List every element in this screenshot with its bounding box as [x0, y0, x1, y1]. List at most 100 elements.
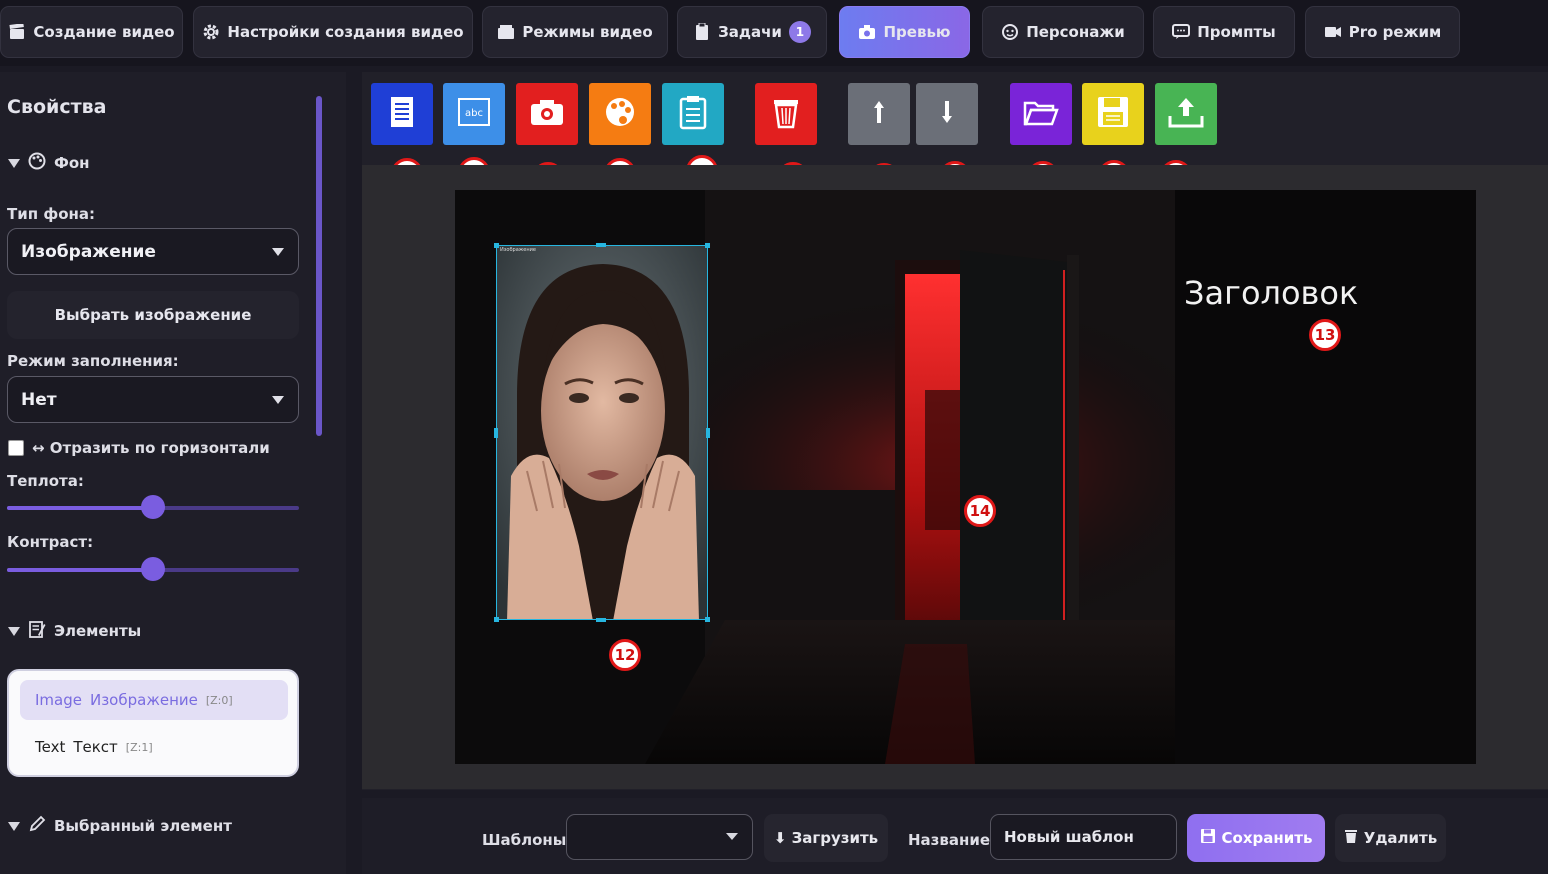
- bg-type-select[interactable]: Изображение: [7, 228, 299, 275]
- tab-pro-mode[interactable]: Pro режим: [1305, 6, 1460, 58]
- fill-mode-select[interactable]: Нет: [7, 376, 299, 423]
- collapse-triangle-icon: [8, 158, 20, 168]
- resize-handle-corner-tl[interactable]: [494, 243, 499, 248]
- sidebar-scrollbar[interactable]: [316, 96, 322, 436]
- clipboard-icon: [693, 23, 711, 41]
- preview-canvas[interactable]: Изображение Заголовок: [455, 190, 1476, 764]
- move-up-button[interactable]: [848, 83, 910, 145]
- memo-icon: [28, 620, 46, 642]
- element-item-image[interactable]: Image Изображение [Z:0]: [20, 680, 288, 720]
- marker-13: 13: [1309, 319, 1341, 351]
- move-down-button[interactable]: [916, 83, 978, 145]
- delete-template-button[interactable]: Удалить: [1335, 814, 1446, 862]
- add-text-block-button[interactable]: [371, 83, 433, 145]
- selected-element-section-header[interactable]: Выбранный элемент: [8, 815, 232, 837]
- portrait-photo: [497, 246, 707, 619]
- delete-button[interactable]: [755, 83, 817, 145]
- arrow-up-icon: [872, 100, 886, 128]
- elements-section-header[interactable]: Элементы: [8, 620, 141, 642]
- floppy-icon: [1200, 828, 1216, 848]
- fill-mode-label: Режим заполнения:: [7, 352, 179, 370]
- save-template-button[interactable]: [1082, 83, 1144, 145]
- tab-prompts[interactable]: Промпты: [1153, 6, 1295, 58]
- open-button[interactable]: [1010, 83, 1072, 145]
- chat-icon: [1172, 23, 1191, 41]
- background-section-header[interactable]: Фон: [8, 152, 90, 174]
- chevron-down-icon: [726, 833, 738, 840]
- chevron-down-icon: [272, 396, 284, 404]
- resize-handle-corner-br[interactable]: [705, 617, 710, 622]
- trash-icon: [1344, 828, 1358, 848]
- face-icon: [1001, 23, 1019, 41]
- collapse-triangle-icon: [8, 626, 20, 636]
- contrast-label: Контраст:: [7, 533, 94, 551]
- title-text-element[interactable]: Заголовок: [1184, 274, 1358, 312]
- palette-button[interactable]: [589, 83, 651, 145]
- choose-image-button[interactable]: Выбрать изображение: [7, 291, 299, 339]
- save-button[interactable]: Сохранить: [1187, 814, 1325, 862]
- tab-video-settings[interactable]: Настройки создания видео: [193, 6, 473, 58]
- warmth-slider-fill: [7, 506, 153, 510]
- add-label-button[interactable]: abc: [443, 83, 505, 145]
- resize-handle-top[interactable]: [596, 243, 606, 247]
- upload-icon: [1168, 96, 1204, 132]
- warmth-label: Теплота:: [7, 472, 84, 490]
- pencil-icon: [28, 815, 46, 837]
- bg-type-label: Тип фона:: [7, 205, 96, 223]
- tab-characters[interactable]: Персонажи: [982, 6, 1144, 58]
- contrast-slider[interactable]: [7, 557, 299, 581]
- image-element[interactable]: Изображение: [496, 245, 708, 620]
- marker-14: 14: [964, 495, 996, 527]
- tab-tasks[interactable]: Задачи 1: [677, 6, 827, 58]
- elements-list: Image Изображение [Z:0] Text Текст [Z:1]: [7, 669, 299, 777]
- warmth-slider-handle[interactable]: [141, 495, 165, 519]
- arrow-down-icon: [940, 100, 954, 128]
- contrast-slider-fill: [7, 568, 153, 572]
- warmth-slider[interactable]: [7, 495, 299, 519]
- properties-sidebar: Свойства Фон Тип фона: Изображение Выбра…: [0, 72, 346, 874]
- tab-preview[interactable]: Превью: [839, 6, 970, 58]
- add-image-button[interactable]: [516, 83, 578, 145]
- abc-icon: abc: [457, 97, 491, 131]
- export-button[interactable]: [1155, 83, 1217, 145]
- marker-12: 12: [609, 639, 641, 671]
- load-template-button[interactable]: ⬇ Загрузить: [764, 814, 888, 862]
- tab-create-video[interactable]: Создание видео: [0, 6, 183, 58]
- collapse-triangle-icon: [8, 821, 20, 831]
- resize-handle-left[interactable]: [494, 428, 498, 438]
- template-name-input[interactable]: Новый шаблон: [990, 814, 1177, 860]
- contrast-slider-handle[interactable]: [141, 557, 165, 581]
- chevron-down-icon: [272, 248, 284, 256]
- flip-horizontal-row: ↔ Отразить по горизонтали: [8, 439, 270, 457]
- tasks-count-badge: 1: [788, 21, 811, 43]
- tab-video-modes[interactable]: Режимы видео: [482, 6, 668, 58]
- clapper-icon: [8, 23, 26, 41]
- camera-icon: [529, 97, 565, 131]
- templates-bar: Шаблоны: ⬇ Загрузить Название: Новый шаб…: [362, 798, 1548, 874]
- camera-icon: [858, 23, 876, 41]
- resize-handle-corner-tr[interactable]: [705, 243, 710, 248]
- svg-text:abc: abc: [465, 108, 483, 119]
- resize-handle-right[interactable]: [706, 428, 710, 438]
- trash-icon: [771, 95, 801, 133]
- element-item-text[interactable]: Text Текст [Z:1]: [20, 727, 288, 767]
- video-camera-icon: [1324, 23, 1342, 41]
- gear-icon: [202, 23, 220, 41]
- resize-handle-bottom[interactable]: [596, 618, 606, 622]
- templates-select[interactable]: [566, 814, 753, 860]
- name-label: Название:: [908, 831, 997, 849]
- sidebar-title: Свойства: [7, 96, 107, 118]
- top-navigation: Создание видео Настройки создания видео …: [0, 0, 1548, 66]
- clipboard-icon: [678, 94, 708, 134]
- clipboard-button[interactable]: [662, 83, 724, 145]
- image-element-label: Изображение: [500, 247, 536, 253]
- film-icon: [497, 23, 515, 41]
- document-icon: [387, 95, 417, 133]
- resize-handle-corner-bl[interactable]: [494, 617, 499, 622]
- floppy-icon: [1096, 95, 1130, 133]
- templates-label: Шаблоны:: [482, 831, 573, 849]
- folder-icon: [1023, 97, 1059, 131]
- palette-icon: [603, 95, 637, 133]
- palette-icon: [28, 152, 46, 174]
- flip-horizontal-checkbox[interactable]: [8, 440, 24, 456]
